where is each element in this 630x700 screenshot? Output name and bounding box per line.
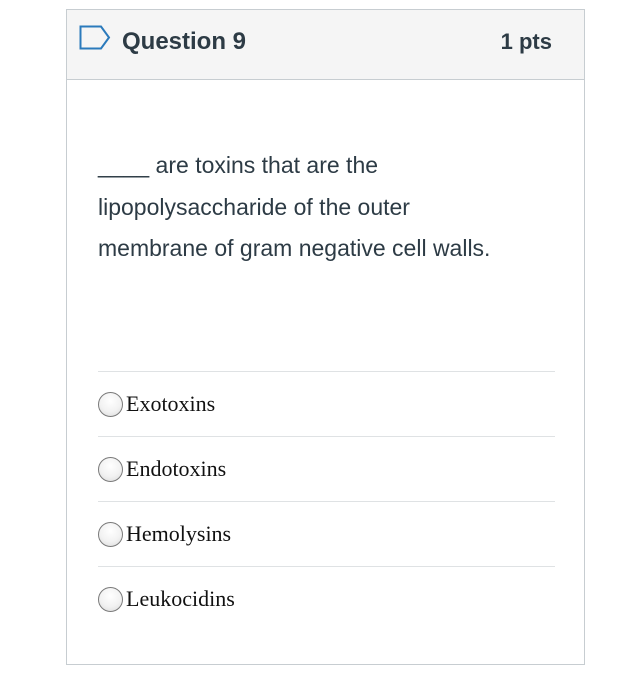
question-title: Question 9: [122, 28, 247, 55]
answer-option-hemolysins[interactable]: Hemolysins: [98, 501, 555, 566]
answer-label: Hemolysins: [126, 521, 232, 546]
question-header: Question 9 1 pts: [67, 10, 584, 80]
answer-label: Endotoxins: [126, 456, 227, 481]
radio-button[interactable]: [98, 586, 123, 612]
answer-label: Leukocidins: [126, 586, 235, 611]
radio-button[interactable]: [98, 521, 123, 547]
question-card: Question 9 1 pts ____ are toxins that ar…: [66, 9, 585, 665]
answer-option-leukocidins[interactable]: Leukocidins: [98, 566, 555, 631]
answer-option-exotoxins[interactable]: Exotoxins: [98, 371, 555, 436]
radio-button[interactable]: [98, 391, 123, 417]
question-text: ____ are toxins that are the lipopolysac…: [98, 152, 491, 261]
question-points: 1 pts: [500, 29, 552, 54]
answer-option-endotoxins[interactable]: Endotoxins: [98, 436, 555, 501]
flag-icon[interactable]: [79, 25, 111, 50]
answer-list: Exotoxins Endotoxins Hemolysins Leukocid…: [98, 371, 555, 631]
answer-label: Exotoxins: [126, 391, 216, 416]
radio-button[interactable]: [98, 456, 123, 482]
